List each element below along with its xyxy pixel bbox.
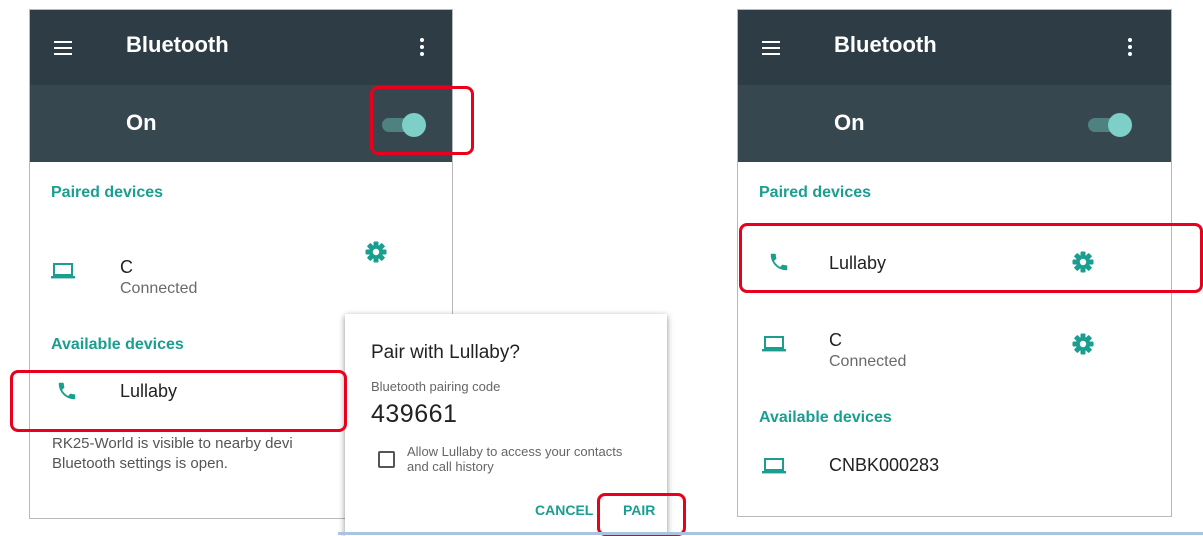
pairing-code-label: Bluetooth pairing code [371, 379, 501, 394]
device-name: C [829, 330, 842, 350]
device-status: Connected [120, 280, 198, 297]
paired-devices-header: Paired devices [759, 184, 872, 201]
lullaby-highlight [10, 370, 347, 432]
laptop-icon [51, 263, 75, 279]
more-options-icon[interactable] [1128, 38, 1132, 59]
available-devices-header: Available devices [51, 336, 184, 353]
available-devices-header: Available devices [759, 409, 892, 426]
footnote-line: Bluetooth settings is open. [52, 455, 228, 472]
gear-icon[interactable] [1071, 332, 1095, 356]
gear-icon[interactable] [364, 240, 388, 264]
menu-icon[interactable] [762, 41, 780, 56]
paired-devices-header: Paired devices [51, 184, 164, 201]
device-status: Connected [829, 353, 907, 370]
checkbox-label[interactable]: Allow Lullaby to access your contacts an… [407, 444, 657, 474]
checkbox-label-line: and call history [407, 459, 494, 474]
menu-icon[interactable] [54, 41, 72, 56]
laptop-icon [762, 458, 786, 474]
page-title: Bluetooth [834, 32, 937, 57]
page-title: Bluetooth [126, 32, 229, 57]
more-options-icon[interactable] [420, 38, 424, 59]
pairing-code: 439661 [371, 400, 458, 428]
bluetooth-toggle[interactable] [1088, 113, 1132, 137]
footnote-line: RK25-World is visible to nearby devi [52, 435, 293, 452]
divider-line [338, 532, 1203, 535]
dialog-title: Pair with Lullaby? [371, 342, 520, 363]
laptop-icon [762, 336, 786, 352]
visibility-footnote: RK25-World is visible to nearby devi Blu… [52, 434, 293, 474]
bluetooth-switch-bar: On [738, 85, 1171, 162]
pair-button-highlight [597, 493, 686, 536]
switch-label: On [126, 110, 157, 135]
app-bar: Bluetooth [30, 10, 452, 85]
device-name: CNBK000283 [829, 455, 940, 475]
contacts-access-checkbox[interactable] [378, 451, 395, 468]
cancel-button[interactable]: CANCEL [535, 502, 593, 518]
app-bar: Bluetooth [738, 10, 1171, 85]
toggle-highlight [370, 86, 474, 155]
paired-lullaby-highlight [739, 223, 1203, 293]
switch-label: On [834, 110, 865, 135]
device-name: C [120, 257, 133, 277]
checkbox-label-line: Allow Lullaby to access your contacts [407, 444, 623, 459]
